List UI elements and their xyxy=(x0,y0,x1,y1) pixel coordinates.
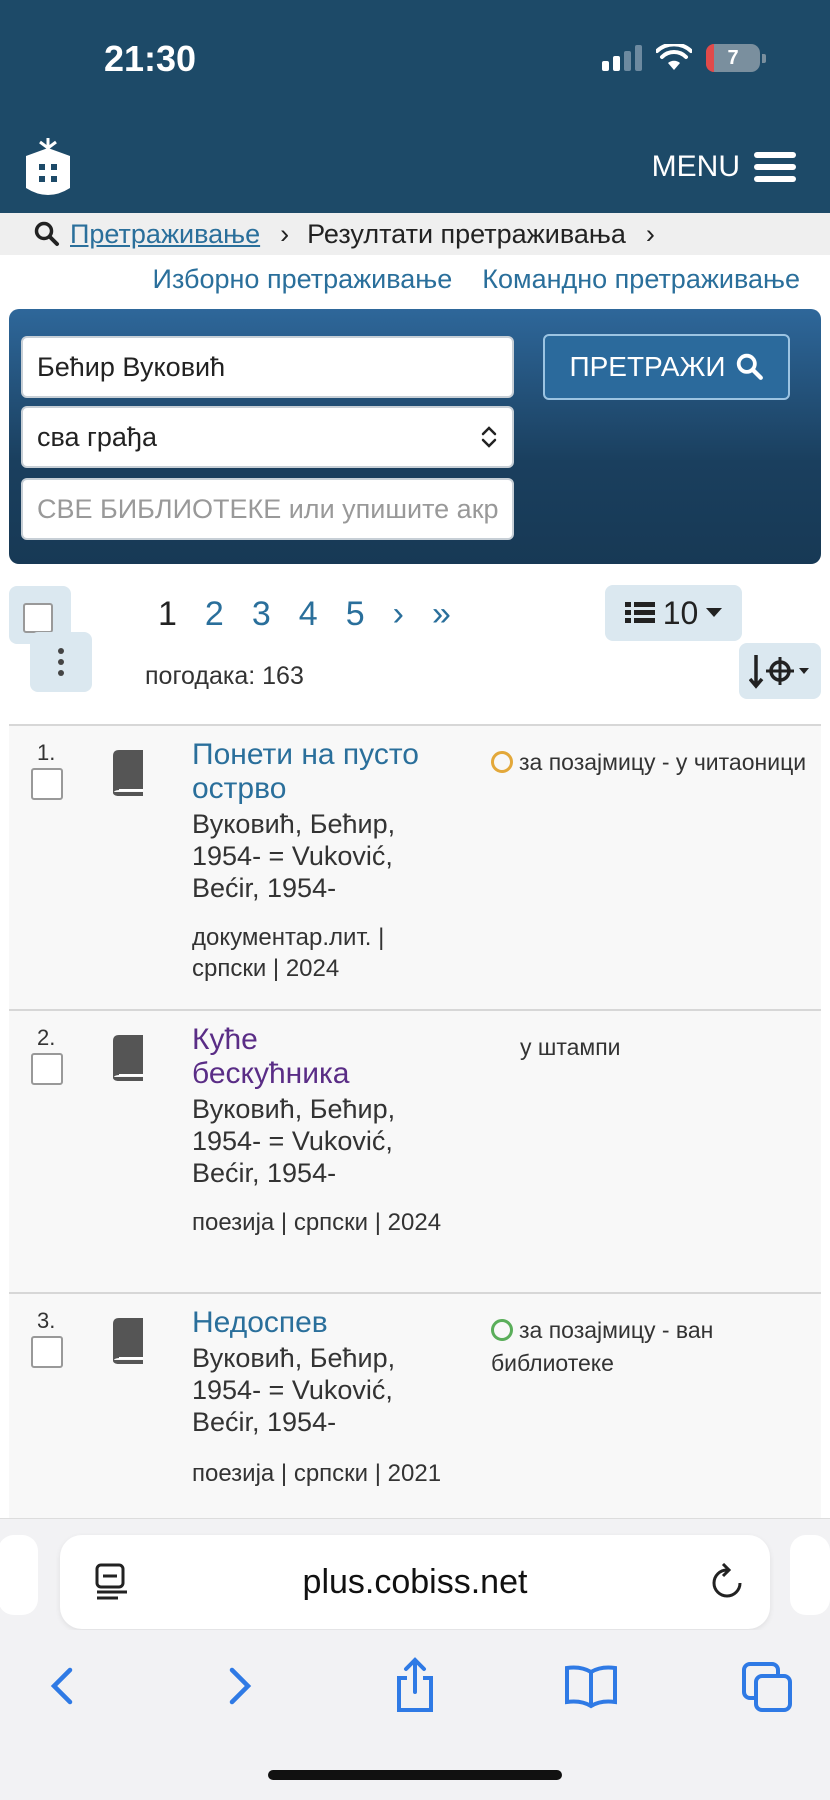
result-author: Вуковић, Бећир, 1954- = Vuković, Bećir, … xyxy=(192,1343,396,1437)
pagination: 1 2 3 4 5 › » xyxy=(158,595,451,634)
selective-search-link[interactable]: Изборно претраживање xyxy=(153,264,453,295)
availability-status-icon xyxy=(491,1319,513,1341)
page-link[interactable]: 5 xyxy=(346,595,365,634)
last-page-link[interactable]: » xyxy=(432,595,451,634)
battery-icon: 7 xyxy=(706,44,766,72)
result-availability: у штампи xyxy=(520,1034,621,1060)
home-indicator xyxy=(268,1770,562,1780)
address-bar[interactable]: plus.cobiss.net xyxy=(60,1535,770,1629)
page-link[interactable]: 3 xyxy=(252,595,271,634)
result-meta: поезија | српски | 2024 xyxy=(192,1209,442,1236)
result-number: 3. xyxy=(37,1308,56,1333)
page-link[interactable]: 2 xyxy=(205,595,224,634)
result-title-link[interactable]: Понети на пусто острво xyxy=(192,738,462,806)
result-meta: поезија | српски | 2021 xyxy=(192,1460,442,1487)
hit-count: погодака: 163 xyxy=(145,662,304,690)
page-link[interactable]: 4 xyxy=(299,595,318,634)
result-checkbox[interactable] xyxy=(31,1053,63,1085)
search-mode-links: Изборно претраживање Командно претражива… xyxy=(0,264,830,295)
result-meta: документар.лит. | српски | 2024 xyxy=(192,924,385,982)
result-number: 2. xyxy=(37,1025,56,1050)
logo-icon[interactable] xyxy=(22,138,74,202)
reload-icon[interactable] xyxy=(710,1563,744,1601)
breadcrumb-current: Резултати претраживања xyxy=(307,218,626,249)
hamburger-icon xyxy=(754,152,796,182)
per-page-value: 10 xyxy=(662,594,699,631)
result-number: 1. xyxy=(37,740,56,765)
cellular-signal-icon xyxy=(602,45,642,71)
command-search-link[interactable]: Командно претраживање xyxy=(482,264,800,295)
search-button-label: ПРЕТРАЖИ xyxy=(569,351,726,382)
material-select-value: сва грађа xyxy=(37,421,157,452)
result-author: Вуковић, Бећир, 1954- = Vuković, Bećir, … xyxy=(192,809,396,903)
forward-icon[interactable] xyxy=(210,1656,270,1716)
search-icon xyxy=(34,221,59,246)
menu-button[interactable]: MENU xyxy=(652,150,796,184)
result-checkbox[interactable] xyxy=(31,768,63,800)
back-icon[interactable] xyxy=(32,1656,92,1716)
book-icon xyxy=(113,1318,143,1364)
breadcrumb-search-link[interactable]: Претраживање xyxy=(70,219,260,250)
result-title-link[interactable]: Куће бескућника xyxy=(192,1023,392,1091)
availability-status-icon xyxy=(491,751,513,773)
menu-label: MENU xyxy=(651,150,740,183)
search-button[interactable]: ПРЕТРАЖИ xyxy=(543,334,790,400)
search-input[interactable]: Бећир Вуковић xyxy=(21,336,514,398)
per-page-dropdown[interactable]: 10 xyxy=(605,585,742,641)
share-icon[interactable] xyxy=(385,1656,445,1716)
result-row: 1. Понети на пусто острво Вуковић, Бећир… xyxy=(9,724,821,1009)
result-availability: за позајмицу - ван библиотеке xyxy=(491,1314,811,1380)
page-current: 1 xyxy=(158,595,177,633)
results-list: 1. Понети на пусто острво Вуковић, Бећир… xyxy=(9,724,821,1532)
book-icon xyxy=(113,750,143,796)
availability-text: за позајмицу - ван библиотеке xyxy=(491,1317,714,1376)
breadcrumb: Претраживање › Резултати претраживања › xyxy=(0,213,830,255)
result-author: Вуковић, Бећир, 1954- = Vuković, Bećir, … xyxy=(192,1094,396,1188)
result-title-link[interactable]: Недоспев xyxy=(192,1306,462,1340)
library-input[interactable]: СВЕ БИБЛИОТЕКЕ или упишите акр xyxy=(21,478,514,540)
breadcrumb-separator: › xyxy=(280,218,290,249)
availability-text: за позајмицу - у читаоници xyxy=(519,749,807,775)
reader-icon[interactable] xyxy=(94,1563,130,1601)
status-icons: 7 xyxy=(602,44,766,72)
browser-address-area: plus.cobiss.net xyxy=(0,1518,830,1630)
sort-dropdown[interactable] xyxy=(739,643,821,699)
bookmarks-icon[interactable] xyxy=(561,1656,621,1716)
sort-icon xyxy=(749,655,809,689)
result-row: 3. Недоспев Вуковић, Бећир, 1954- = Vuko… xyxy=(9,1292,821,1532)
search-panel: Бећир Вуковић сва грађа СВЕ БИБЛИОТЕКЕ и… xyxy=(9,309,821,564)
breadcrumb-separator: › xyxy=(645,218,655,249)
result-availability: за позајмицу - у читаоници xyxy=(491,746,811,779)
result-checkbox[interactable] xyxy=(31,1336,63,1368)
material-select[interactable]: сва грађа xyxy=(21,406,514,468)
caret-down-icon xyxy=(706,608,723,617)
book-icon xyxy=(113,1035,143,1081)
previous-tab-preview[interactable] xyxy=(0,1535,38,1615)
next-tab-preview[interactable] xyxy=(790,1535,830,1615)
url-text: plus.cobiss.net xyxy=(302,1562,528,1601)
wifi-icon xyxy=(656,44,692,70)
result-row: 2. Куће бескућника Вуковић, Бећир, 1954-… xyxy=(9,1009,821,1292)
status-time: 21:30 xyxy=(104,38,197,79)
app-header: 21:30 7 MENU xyxy=(0,0,830,213)
list-icon xyxy=(624,602,655,623)
next-page-link[interactable]: › xyxy=(393,595,404,634)
tabs-icon[interactable] xyxy=(738,1656,798,1716)
chevron-updown-icon xyxy=(481,426,497,448)
kebab-icon[interactable] xyxy=(30,632,92,692)
search-icon xyxy=(736,353,763,380)
